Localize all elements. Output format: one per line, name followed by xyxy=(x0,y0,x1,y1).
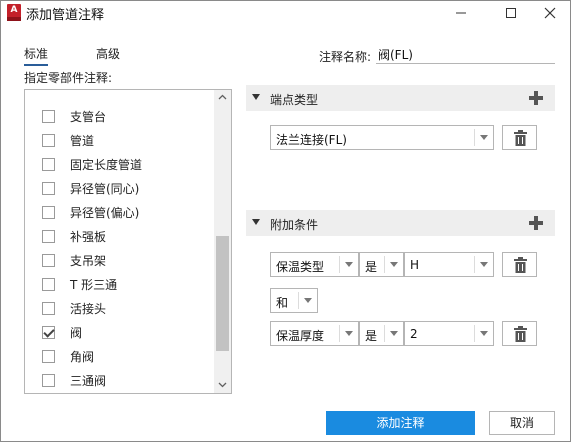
condition-property-select[interactable]: 保温类型 xyxy=(270,252,359,277)
component-list-label: 指定零部件注释: xyxy=(24,71,113,85)
condition-value-select[interactable]: 2 xyxy=(404,321,494,346)
list-scrollbar[interactable] xyxy=(214,90,231,393)
conditions-header[interactable]: 附加条件 xyxy=(246,210,555,236)
checkbox[interactable] xyxy=(42,374,55,387)
checkbox-checked[interactable] xyxy=(42,326,55,339)
add-endpoint-icon[interactable] xyxy=(529,91,543,105)
delete-condition-button[interactable] xyxy=(502,321,537,346)
list-item-label: 活接头 xyxy=(70,302,107,316)
condition-property-value: 保温厚度 xyxy=(276,329,325,343)
condition-value: H xyxy=(410,258,420,272)
collapse-arrow-icon[interactable] xyxy=(252,94,260,100)
endpoint-type-title: 端点类型 xyxy=(270,93,319,107)
chevron-down-icon[interactable] xyxy=(475,322,493,345)
list-item[interactable]: T 形三通 xyxy=(25,272,213,296)
endpoint-type-value: 法兰连接(FL) xyxy=(276,133,347,147)
list-item-label: 管道 xyxy=(70,134,95,148)
annotation-name-label: 注释名称: xyxy=(319,50,372,64)
endpoint-type-header[interactable]: 端点类型 xyxy=(246,85,555,111)
condition-value-select[interactable]: H xyxy=(404,252,494,277)
chevron-down-icon[interactable] xyxy=(385,322,403,345)
maximize-icon xyxy=(506,8,516,18)
dialog-window: A 添加管道注释 标准 高级 指定零部件注释: 支管台 管道 固定长度管道 异径… xyxy=(0,0,571,442)
delete-endpoint-button[interactable] xyxy=(502,125,537,150)
list-item[interactable]: 固定长度管道 xyxy=(25,152,213,176)
condition-operator-select[interactable]: 是 xyxy=(359,321,404,346)
list-item[interactable]: 阀 xyxy=(25,320,213,344)
checkbox[interactable] xyxy=(42,278,55,291)
collapse-arrow-icon[interactable] xyxy=(252,219,260,225)
title-bar: A 添加管道注释 xyxy=(1,1,570,25)
trash-icon xyxy=(514,257,527,273)
list-item-label: T 形三通 xyxy=(70,278,118,292)
condition-operator-value: 是 xyxy=(365,329,378,343)
list-item[interactable]: 活接头 xyxy=(25,296,213,320)
condition-property-select[interactable]: 保温厚度 xyxy=(270,321,359,346)
conditions-title: 附加条件 xyxy=(270,218,319,232)
list-item[interactable]: 异径管(同心) xyxy=(25,176,213,200)
window-title: 添加管道注释 xyxy=(26,8,105,23)
checkbox[interactable] xyxy=(42,110,55,123)
checkbox[interactable] xyxy=(42,134,55,147)
close-button[interactable] xyxy=(530,1,570,25)
list-item[interactable]: 三通阀 xyxy=(25,368,213,392)
app-logo-strip xyxy=(7,17,21,21)
list-item[interactable]: 管道 xyxy=(25,128,213,152)
condition-joiner-select[interactable]: 和 xyxy=(270,288,318,313)
list-item-label: 阀 xyxy=(70,326,83,340)
minimize-icon xyxy=(456,12,466,14)
list-item-label: 支管台 xyxy=(70,110,107,124)
trash-icon xyxy=(514,326,527,342)
close-icon xyxy=(544,7,556,19)
checkbox[interactable] xyxy=(42,302,55,315)
delete-condition-button[interactable] xyxy=(502,252,537,277)
checkbox[interactable] xyxy=(42,158,55,171)
list-item[interactable]: 补强板 xyxy=(25,224,213,248)
component-listbox: 支管台 管道 固定长度管道 异径管(同心) 异径管(偏心) 补强板 支吊架 T … xyxy=(24,89,232,394)
tab-standard[interactable]: 标准 xyxy=(24,45,49,66)
app-logo-icon: A xyxy=(7,4,21,21)
chevron-down-icon[interactable] xyxy=(299,289,317,312)
checkbox[interactable] xyxy=(42,230,55,243)
add-annotation-button[interactable]: 添加注释 xyxy=(326,411,475,435)
cancel-button[interactable]: 取消 xyxy=(489,411,555,435)
list-item[interactable]: 支吊架 xyxy=(25,248,213,272)
list-item-label: 异径管(偏心) xyxy=(70,206,140,220)
list-item[interactable]: 角阀 xyxy=(25,344,213,368)
minimize-button[interactable] xyxy=(441,1,481,25)
add-condition-icon[interactable] xyxy=(529,216,543,230)
scroll-down-icon[interactable] xyxy=(218,380,227,389)
list-item-label: 角阀 xyxy=(70,350,95,364)
list-item-label: 三通阀 xyxy=(70,374,107,388)
scroll-up-icon[interactable] xyxy=(218,93,227,102)
scrollbar-thumb[interactable] xyxy=(216,236,229,351)
chevron-down-icon[interactable] xyxy=(475,126,493,149)
checkbox[interactable] xyxy=(42,350,55,363)
condition-joiner-value: 和 xyxy=(276,296,289,310)
condition-property-value: 保温类型 xyxy=(276,260,325,274)
chevron-down-icon[interactable] xyxy=(340,322,358,345)
chevron-down-icon[interactable] xyxy=(385,253,403,276)
condition-value: 2 xyxy=(410,327,418,341)
chevron-down-icon[interactable] xyxy=(475,253,493,276)
tab-advanced[interactable]: 高级 xyxy=(96,45,120,62)
endpoint-type-select[interactable]: 法兰连接(FL) xyxy=(270,125,494,150)
list-item-label: 固定长度管道 xyxy=(70,158,143,172)
list-item[interactable]: 异径管(偏心) xyxy=(25,200,213,224)
trash-icon xyxy=(514,130,527,146)
list-item-label: 补强板 xyxy=(70,230,107,244)
list-item-label: 异径管(同心) xyxy=(70,182,140,196)
checkbox[interactable] xyxy=(42,206,55,219)
list-item-label: 支吊架 xyxy=(70,254,107,268)
condition-operator-value: 是 xyxy=(365,260,378,274)
annotation-name-input[interactable] xyxy=(376,45,555,64)
condition-operator-select[interactable]: 是 xyxy=(359,252,404,277)
checkbox[interactable] xyxy=(42,254,55,267)
checkbox[interactable] xyxy=(42,182,55,195)
chevron-down-icon[interactable] xyxy=(340,253,358,276)
app-logo-letter: A xyxy=(10,5,18,15)
list-item[interactable]: 支管台 xyxy=(25,104,213,128)
maximize-button[interactable] xyxy=(491,1,531,25)
